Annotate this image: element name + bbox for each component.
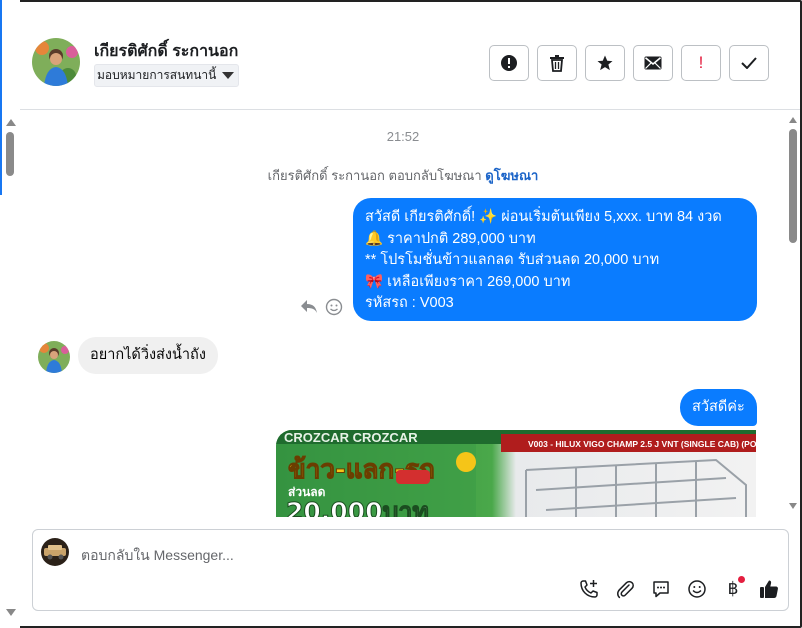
promo-model-caption: V003 - HILUX VIGO CHAMP 2.5 J VNT (SINGL… [528, 439, 756, 449]
outgoing-message-bubble-short[interactable]: สวัสดีค่ะ [680, 389, 757, 426]
check-icon [741, 57, 757, 69]
view-ad-link[interactable]: ดูโฆษณา [485, 168, 538, 183]
saved-replies-icon[interactable] [643, 576, 679, 602]
thumbs-up-icon[interactable] [751, 576, 787, 602]
conversation-header: เกียรติศักดิ์ ระกานอก มอบหมายการสนทนานี้… [20, 22, 800, 110]
exclamation-icon: ! [698, 53, 704, 72]
assign-conversation-dropdown[interactable]: มอบหมายการสนทนานี้ [94, 64, 240, 87]
outgoing-message-bubble[interactable]: สวัสดี เกียรติศักดิ์! ✨ ผ่อนเริ่มต้นเพีย… [353, 198, 757, 321]
scroll-down-arrow-icon[interactable] [789, 503, 797, 509]
paperclip-icon[interactable] [607, 576, 643, 602]
ad-reply-note: เกียรติศักดิ์ ระกานอก ตอบกลับโฆษณา ดูโฆษ… [20, 165, 786, 186]
message-line: ** โปรโมชั่นข้าวแลกลด รับส่วนลด 20,000 บ… [365, 252, 660, 268]
payment-baht-icon[interactable]: ฿ [715, 576, 751, 602]
react-smiley-icon[interactable] [325, 298, 343, 316]
scrollbar-thumb[interactable] [6, 132, 14, 176]
scroll-up-arrow-icon[interactable] [6, 119, 16, 126]
promo-discount-value: 20,000บาท [286, 497, 429, 517]
promo-banner-text: CROZCAR CROZCAR [284, 430, 418, 445]
message-composer[interactable]: ตอบกลับใน Messenger... ฿ [32, 529, 789, 611]
assign-label: มอบหมายการสนทนานี้ [97, 68, 217, 82]
caret-down-icon [222, 72, 235, 79]
important-button[interactable]: ! [681, 45, 721, 81]
reply-icon[interactable] [299, 298, 319, 316]
report-button[interactable] [489, 45, 529, 81]
scrollbar-thumb[interactable] [789, 129, 797, 243]
contact-avatar[interactable] [32, 38, 80, 86]
message-line: สวัสดี เกียรติศักดิ์! ✨ ผ่อนเริ่มต้นเพีย… [365, 209, 722, 225]
contact-name[interactable]: เกียรติศักดิ์ ระกานอก [94, 39, 238, 64]
star-button[interactable] [585, 45, 625, 81]
mark-unread-button[interactable] [633, 45, 673, 81]
scroll-up-arrow-icon[interactable] [789, 117, 797, 123]
contact-avatar-small[interactable] [38, 341, 70, 373]
promo-image: CROZCAR CROZCAR V003 - HILUX VIGO CHAMP … [276, 430, 756, 517]
reply-input[interactable]: ตอบกลับใน Messenger... [81, 545, 234, 567]
left-panel-scrollbar[interactable] [0, 0, 20, 628]
done-button[interactable] [729, 45, 769, 81]
page-avatar [41, 538, 69, 566]
message-line: 🎀 เหลือเพียงราคา 269,000 บาท [365, 273, 571, 290]
trash-icon [550, 55, 564, 72]
notification-dot [738, 576, 745, 583]
message-line: 🔔 ราคาปกติ 289,000 บาท [365, 230, 536, 247]
scroll-down-arrow-icon[interactable] [6, 609, 16, 616]
envelope-icon [644, 56, 662, 70]
emoji-icon[interactable] [679, 576, 715, 602]
star-icon [597, 55, 613, 71]
message-timestamp: 21:52 [386, 129, 420, 144]
message-actions [299, 298, 343, 316]
baht-symbol: ฿ [727, 579, 739, 599]
composer-toolbar: ฿ [571, 576, 787, 602]
message-line: รหัสรถ : V003 [365, 295, 454, 311]
add-call-icon[interactable] [571, 576, 607, 602]
message-thread[interactable]: 21:52 เกียรติศักดิ์ ระกานอก ตอบกลับโฆษณา… [20, 111, 786, 517]
alert-circle-icon [501, 55, 517, 71]
delete-button[interactable] [537, 45, 577, 81]
promo-image-attachment[interactable]: CROZCAR CROZCAR V003 - HILUX VIGO CHAMP … [276, 430, 756, 517]
ad-reply-text: เกียรติศักดิ์ ระกานอก ตอบกลับโฆษณา [267, 168, 482, 183]
thread-scrollbar[interactable] [786, 111, 800, 517]
left-panel-accent [0, 0, 2, 195]
incoming-message-bubble[interactable]: อยากได้วิ่งส่งน้ำถัง [78, 337, 218, 374]
